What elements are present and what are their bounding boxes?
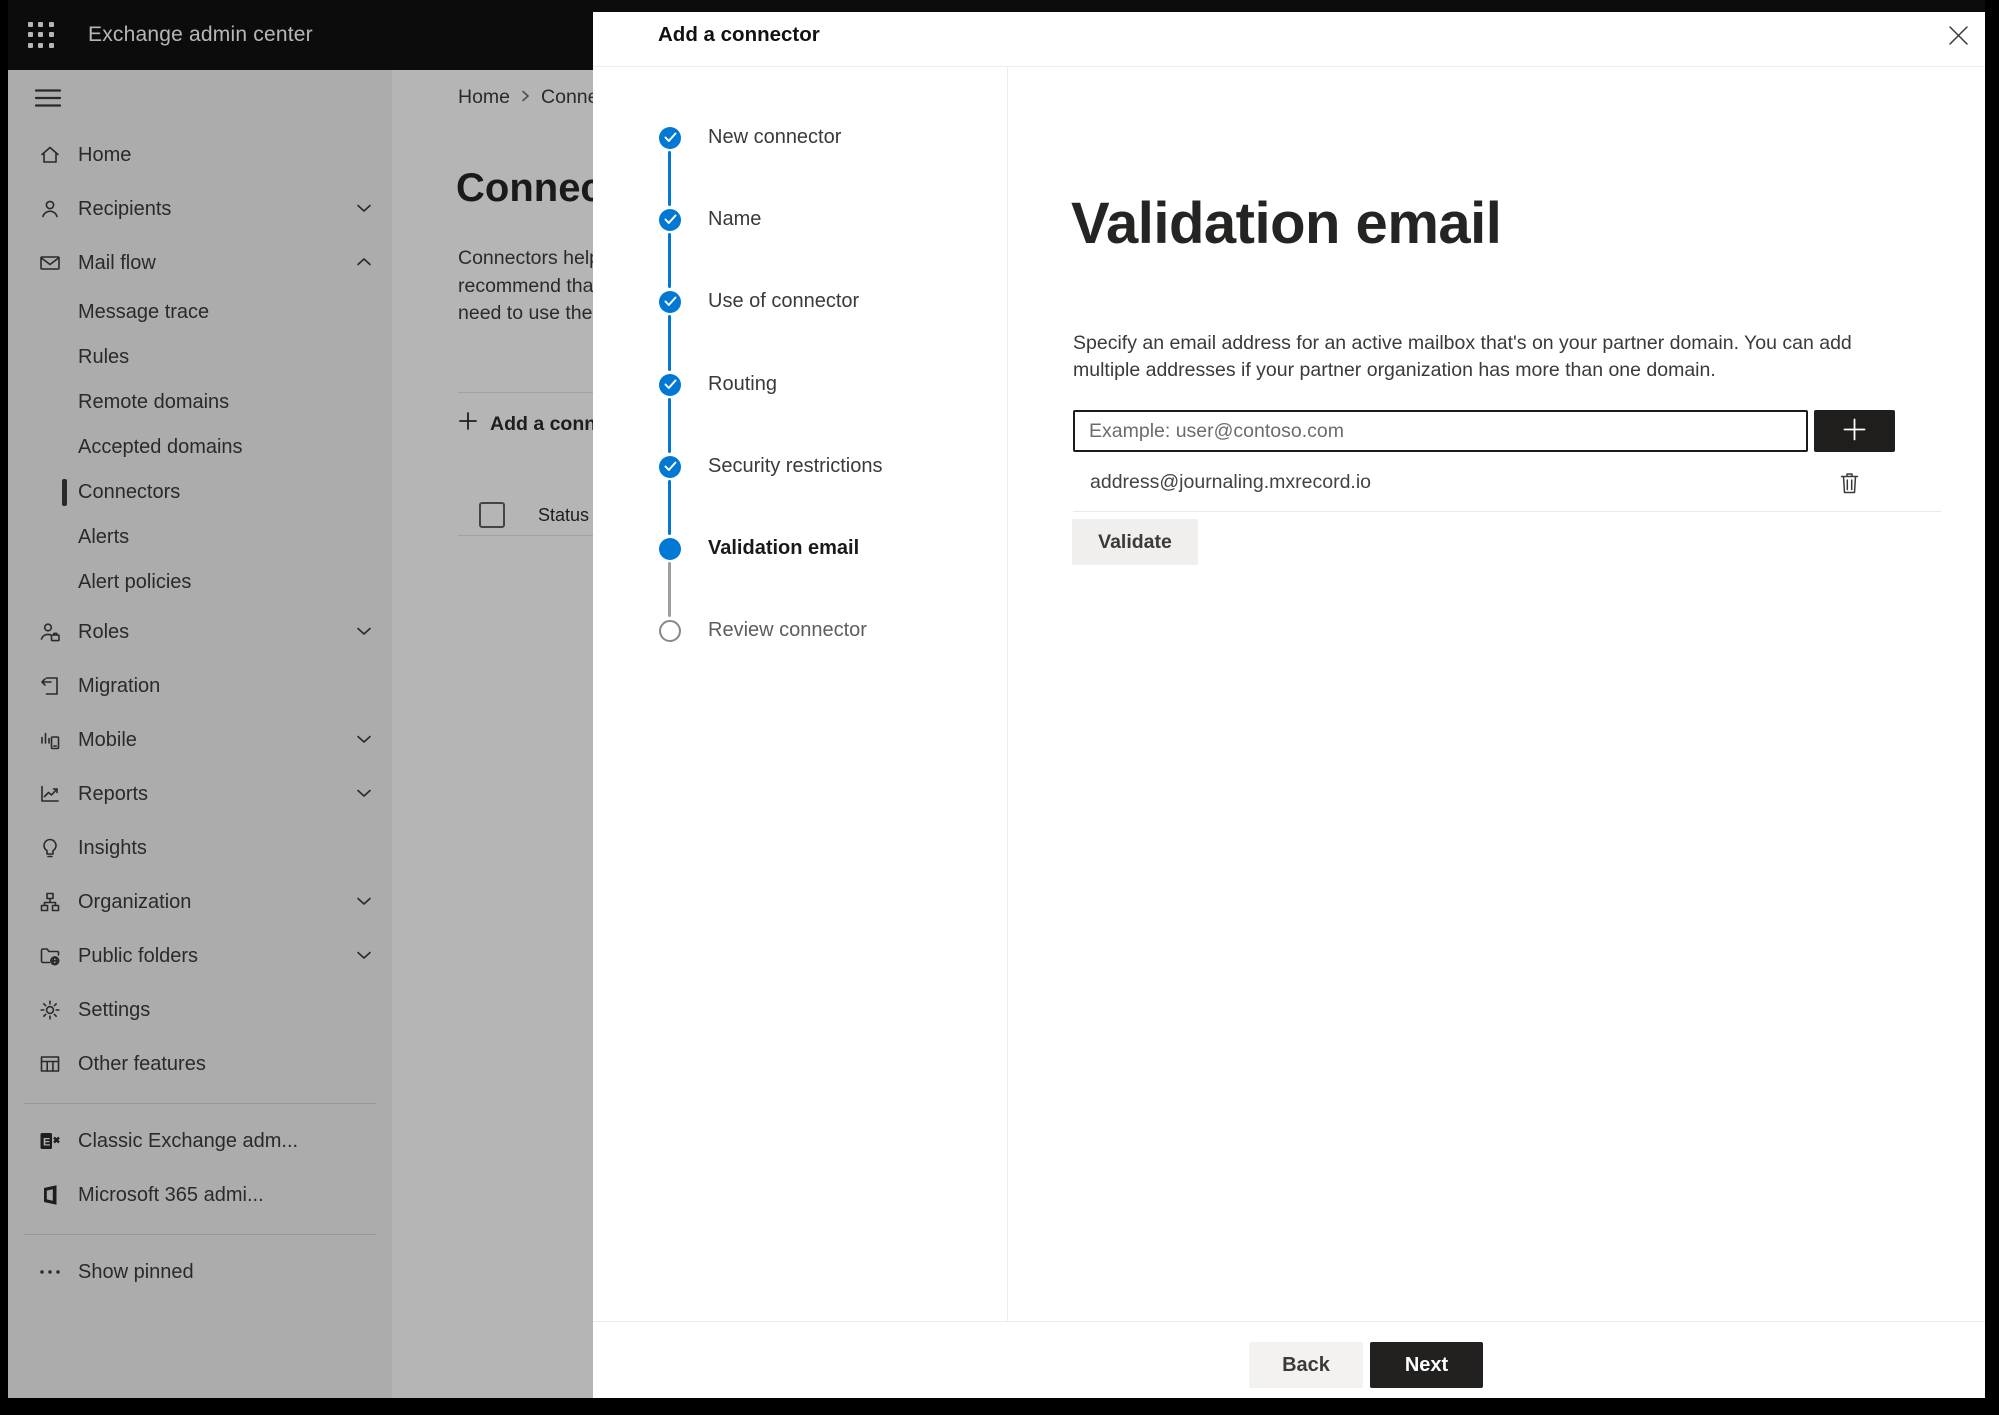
wizard-step-new-connector: New connector — [659, 126, 841, 149]
wizard-step-review-connector: Review connector — [659, 619, 867, 642]
step-complete-icon — [659, 373, 681, 396]
stepper-content-divider — [1007, 67, 1008, 1321]
dialog-header-divider — [593, 66, 1985, 67]
step-complete-icon — [659, 208, 681, 231]
step-complete-icon — [659, 455, 681, 478]
validate-button[interactable]: Validate — [1072, 519, 1198, 565]
address-list-item: address@journaling.mxrecord.io — [1090, 469, 1941, 495]
step-heading: Validation email — [1071, 191, 1502, 256]
address-row-divider — [1073, 511, 1941, 512]
address-email: address@journaling.mxrecord.io — [1090, 470, 1372, 493]
step-label: Security restrictions — [708, 455, 883, 477]
step-complete-icon — [659, 126, 681, 149]
close-icon[interactable] — [1941, 18, 1975, 52]
step-label: Validation email — [708, 537, 860, 559]
step-label: Routing — [708, 373, 777, 395]
step-label: Use of connector — [708, 290, 860, 312]
wizard-step-validation-email: Validation email — [659, 537, 859, 560]
back-button[interactable]: Back — [1249, 1342, 1363, 1388]
step-label: Review connector — [708, 619, 867, 641]
plus-icon — [1841, 416, 1868, 446]
wizard-step-security-restrictions: Security restrictions — [659, 455, 883, 478]
step-connector-line — [668, 480, 671, 535]
trash-icon[interactable] — [1835, 469, 1863, 497]
description-line: multiple addresses if your partner organ… — [1073, 359, 1716, 381]
step-label: Name — [708, 208, 762, 230]
dialog-title: Add a connector — [658, 23, 820, 46]
wizard-step-routing: Routing — [659, 373, 777, 396]
description-line: Specify an email address for an active m… — [1073, 332, 1852, 354]
step-connector-line — [668, 151, 671, 206]
step-upcoming-icon — [659, 619, 681, 642]
wizard-step-name: Name — [659, 208, 761, 231]
app-window: Exchange admin center Home Recipients Ma… — [8, 0, 1985, 1398]
step-connector-line — [668, 315, 671, 371]
dialog-footer-divider — [593, 1321, 1985, 1322]
step-current-icon — [659, 537, 681, 560]
step-complete-icon — [659, 290, 681, 313]
validation-email-input[interactable] — [1073, 410, 1808, 452]
step-connector-line — [668, 562, 671, 617]
next-button[interactable]: Next — [1370, 1342, 1483, 1388]
add-address-button[interactable] — [1814, 410, 1895, 452]
step-description: Specify an email address for an active m… — [1073, 330, 1852, 384]
step-label: New connector — [708, 126, 842, 148]
step-connector-line — [668, 398, 671, 453]
add-connector-dialog: Add a connector New connector Name Use o… — [593, 12, 1985, 1398]
step-connector-line — [668, 233, 671, 288]
wizard-step-use-of-connector: Use of connector — [659, 290, 859, 313]
